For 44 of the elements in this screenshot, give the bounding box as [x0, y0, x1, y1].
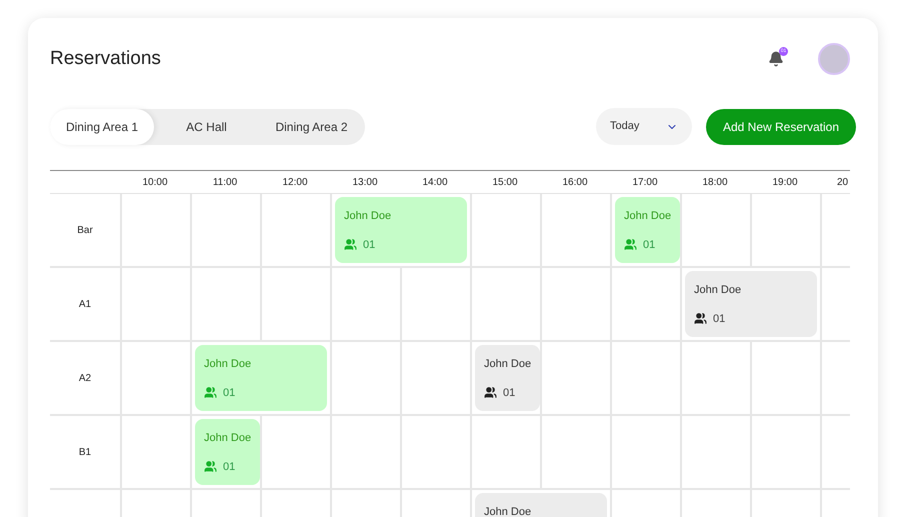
table-label: A1 [78, 298, 92, 312]
hour-label: 19:00 [771, 176, 799, 190]
table-label: A2 [78, 372, 92, 386]
guest-name: John Doe [484, 357, 532, 372]
area-tab[interactable]: Dining Area 2 [259, 108, 364, 144]
guest-name: John Doe [484, 505, 532, 517]
table-label: Bar [77, 224, 93, 238]
guest-count: 01 [223, 460, 236, 474]
hour-label: 13:00 [351, 176, 379, 190]
reservation-card[interactable]: John Doe 01 [685, 271, 817, 337]
guest-name: John Doe [204, 431, 252, 446]
guest-name: John Doe [344, 209, 392, 224]
guest-name: John Doe [624, 209, 672, 224]
guest-count: 01 [643, 238, 656, 252]
guest-count: 01 [223, 386, 236, 400]
hour-label: 12:00 [281, 176, 309, 190]
notification-bell-icon[interactable] [768, 51, 784, 67]
add-reservation-button[interactable]: Add New Reservation [706, 108, 856, 144]
guests-icon [204, 460, 217, 474]
hour-label: 14:00 [421, 176, 449, 190]
guests-icon [694, 312, 707, 326]
hour-label: 17:00 [631, 176, 659, 190]
guest-name: John Doe [694, 283, 742, 298]
guest-count: 01 [503, 386, 516, 400]
reservation-card[interactable]: John Doe [475, 493, 607, 517]
hour-label: 20 [836, 176, 850, 190]
guests-icon [204, 386, 217, 400]
guest-name: John Doe [204, 357, 252, 372]
hour-label: 16:00 [561, 176, 589, 190]
hour-label: 18:00 [701, 176, 729, 190]
guests-icon [484, 386, 497, 400]
reservation-card[interactable]: John Doe 01 [475, 345, 540, 411]
date-dropdown[interactable]: Today [596, 108, 692, 145]
page-title: Reservations [50, 46, 161, 71]
hour-label: 11:00 [212, 176, 238, 190]
area-tab[interactable]: AC Hall [154, 108, 259, 144]
hour-label: 15:00 [491, 176, 519, 190]
guests-icon [624, 238, 637, 252]
area-tab[interactable]: Dining Area 1 [50, 108, 154, 144]
table-label: B1 [78, 446, 92, 460]
guest-count: 01 [363, 238, 376, 252]
guest-count: 01 [713, 312, 726, 326]
guests-icon [344, 238, 357, 252]
hour-label: 10:00 [141, 176, 169, 190]
